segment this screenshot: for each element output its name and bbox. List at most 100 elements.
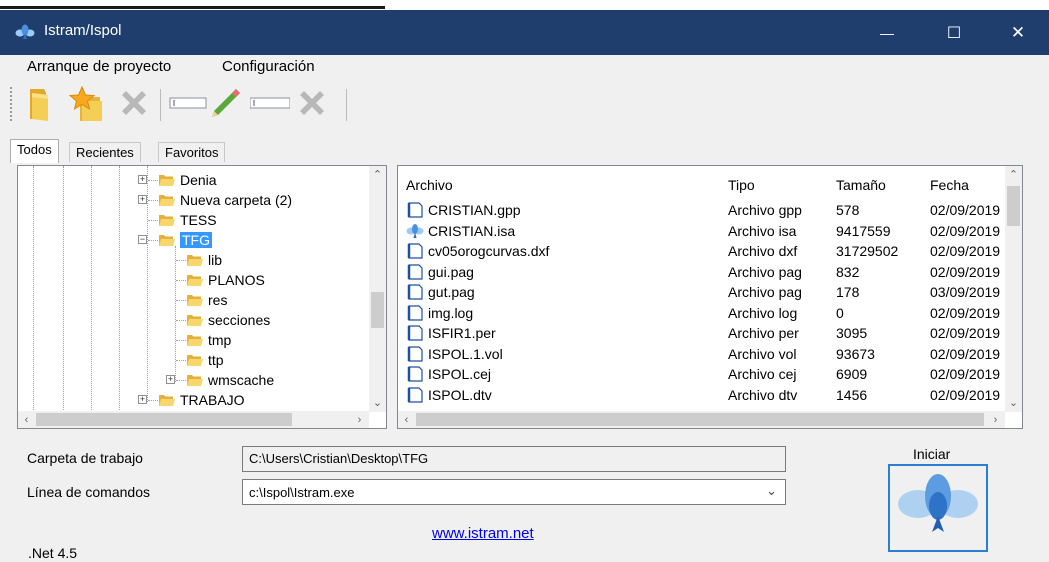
tree-item-label: wmscache bbox=[208, 372, 275, 388]
work-folder-field[interactable]: C:\Users\Cristian\Desktop\TFG bbox=[242, 446, 786, 472]
folder-icon bbox=[159, 215, 175, 226]
title-bar[interactable]: Istram/Ispol — ☐ ✕ bbox=[0, 10, 1049, 55]
delete-icon bbox=[122, 91, 146, 115]
expand-icon[interactable]: + bbox=[138, 395, 147, 404]
open-folder-button[interactable] bbox=[20, 83, 60, 123]
tab-favoritos[interactable]: Favoritos bbox=[158, 142, 226, 162]
tree-item[interactable]: TESS bbox=[138, 210, 217, 230]
tree-item[interactable]: + Nueva carpeta (2) bbox=[138, 190, 292, 210]
scroll-left-icon[interactable]: ‹ bbox=[398, 411, 415, 428]
website-link[interactable]: www.istram.net bbox=[432, 525, 534, 542]
window-title: Istram/Ispol bbox=[44, 22, 122, 39]
files-vertical-scrollbar[interactable]: ⌃ ⌄ bbox=[1005, 166, 1022, 412]
scroll-down-icon[interactable]: ⌄ bbox=[1005, 394, 1022, 411]
scroll-thumb[interactable] bbox=[1007, 186, 1020, 226]
menu-arranque-proyecto[interactable]: Arranque de proyecto bbox=[27, 58, 171, 75]
tree-item[interactable]: lib bbox=[166, 250, 222, 270]
field-icon bbox=[169, 97, 207, 109]
column-archivo[interactable]: Archivo bbox=[406, 177, 453, 193]
document-icon bbox=[407, 243, 423, 259]
scroll-left-icon[interactable]: ‹ bbox=[18, 411, 35, 428]
file-row[interactable]: ISPOL.cej Archivo cej 6909 02/09/2019 bbox=[398, 364, 1008, 384]
column-tamano[interactable]: Tamaño bbox=[836, 177, 886, 193]
menu-bar: Arranque de proyecto Configuración bbox=[0, 55, 1049, 81]
file-name: CRISTIAN.isa bbox=[428, 222, 516, 239]
minimize-icon: — bbox=[880, 24, 894, 41]
tree-item[interactable]: tmp bbox=[166, 330, 231, 350]
tree-item[interactable]: secciones bbox=[166, 310, 270, 330]
scroll-thumb[interactable] bbox=[371, 292, 384, 328]
tree-vertical-scrollbar[interactable]: ⌃ ⌄ bbox=[369, 166, 386, 412]
files-horizontal-scrollbar[interactable]: ‹ › bbox=[398, 411, 1005, 428]
file-size: 93673 bbox=[836, 345, 875, 362]
scroll-up-icon[interactable]: ⌃ bbox=[369, 166, 386, 183]
expand-icon[interactable]: + bbox=[138, 195, 147, 204]
file-row[interactable]: CRISTIAN.gpp Archivo gpp 578 02/09/2019 bbox=[398, 200, 1008, 220]
expand-icon[interactable]: + bbox=[166, 375, 175, 384]
tree-item[interactable]: PLANOS bbox=[166, 270, 265, 290]
expand-icon[interactable]: + bbox=[138, 175, 147, 184]
command-line-select[interactable]: c:\Ispol\Istram.exe ⌄ bbox=[242, 479, 786, 505]
minimize-button[interactable]: — bbox=[857, 10, 917, 55]
folder-icon bbox=[187, 335, 203, 346]
edit-button[interactable] bbox=[206, 83, 246, 123]
field-button-2[interactable] bbox=[249, 83, 291, 123]
file-date: 02/09/2019 bbox=[930, 325, 1001, 341]
tree-horizontal-scrollbar[interactable]: ‹ › bbox=[18, 411, 369, 428]
file-name: ISPOL.dtv bbox=[428, 386, 492, 403]
scroll-right-icon[interactable]: › bbox=[987, 411, 1004, 428]
framework-version: .Net 4.5 bbox=[28, 545, 78, 561]
delete-button[interactable] bbox=[292, 83, 332, 123]
tab-recientes[interactable]: Recientes bbox=[69, 142, 141, 162]
close-icon: ✕ bbox=[1010, 22, 1026, 42]
maximize-button[interactable]: ☐ bbox=[924, 10, 984, 55]
folder-tree[interactable]: + Denia + Nueva carpeta (2) TESS − TFG lib PLANO… bbox=[17, 165, 387, 429]
file-row[interactable]: gut.pag Archivo pag 178 03/09/2019 bbox=[398, 282, 1008, 302]
column-tipo[interactable]: Tipo bbox=[728, 177, 755, 193]
file-row[interactable]: ISFIR1.per Archivo per 3095 02/09/2019 bbox=[398, 323, 1008, 343]
file-list[interactable]: Archivo Tipo Tamaño Fecha CRISTIAN.gpp Ar… bbox=[397, 165, 1023, 429]
delete-favorite-button[interactable] bbox=[114, 83, 154, 123]
file-type: Archivo log bbox=[728, 304, 798, 321]
file-size: 578 bbox=[836, 202, 860, 218]
collapse-icon[interactable]: − bbox=[138, 235, 147, 244]
favorite-folder-button[interactable] bbox=[66, 83, 106, 123]
tab-todos[interactable]: Todos bbox=[10, 139, 59, 163]
field-button[interactable] bbox=[168, 83, 208, 123]
toolbar-grip[interactable] bbox=[10, 87, 13, 121]
start-button[interactable] bbox=[888, 464, 988, 552]
file-date: 02/09/2019 bbox=[930, 243, 1001, 259]
document-icon bbox=[407, 304, 423, 321]
folder-icon bbox=[187, 315, 203, 326]
tree-item[interactable]: + TRABAJO bbox=[138, 390, 245, 410]
file-row[interactable]: img.log Archivo log 0 02/09/2019 bbox=[398, 303, 1008, 323]
chevron-down-icon[interactable]: ⌄ bbox=[766, 483, 777, 499]
tree-item[interactable]: res bbox=[166, 290, 227, 310]
tree-item[interactable]: ttp bbox=[166, 350, 224, 370]
scroll-thumb[interactable] bbox=[416, 413, 984, 426]
file-name: ISFIR1.per bbox=[428, 325, 496, 341]
scroll-right-icon[interactable]: › bbox=[351, 411, 368, 428]
file-row[interactable]: CRISTIAN.isa Archivo isa 9417559 02/09/2019 bbox=[398, 221, 1008, 241]
folder-icon bbox=[187, 255, 203, 266]
tree-item[interactable]: + Denia bbox=[138, 170, 217, 190]
file-row[interactable]: cv05orogcurvas.dxf Archivo dxf 31729502 02/… bbox=[398, 241, 1008, 261]
folder-icon bbox=[187, 295, 203, 306]
close-button[interactable]: ✕ bbox=[988, 10, 1048, 55]
menu-configuracion[interactable]: Configuración bbox=[222, 58, 315, 75]
column-fecha[interactable]: Fecha bbox=[930, 177, 969, 193]
tree-item-label: TRABAJO bbox=[180, 392, 245, 408]
tree-item[interactable]: + wmscache bbox=[166, 370, 274, 390]
file-row[interactable]: ISPOL.1.vol Archivo vol 93673 02/09/2019 bbox=[398, 344, 1008, 364]
file-row[interactable]: ISPOL.dtv Archivo dtv 1456 02/09/2019 bbox=[398, 385, 1008, 405]
file-type: Archivo gpp bbox=[728, 202, 802, 218]
scroll-up-icon[interactable]: ⌃ bbox=[1005, 166, 1022, 183]
scroll-thumb[interactable] bbox=[36, 413, 292, 426]
tree-item[interactable]: − TFG bbox=[138, 230, 212, 250]
folder-icon bbox=[159, 195, 175, 206]
scroll-down-icon[interactable]: ⌄ bbox=[369, 394, 386, 411]
command-line-value: c:\Ispol\Istram.exe bbox=[249, 485, 355, 500]
tree-item-label: Denia bbox=[180, 172, 217, 188]
file-row[interactable]: gui.pag Archivo pag 832 02/09/2019 bbox=[398, 262, 1008, 282]
file-date: 02/09/2019 bbox=[930, 345, 1001, 362]
